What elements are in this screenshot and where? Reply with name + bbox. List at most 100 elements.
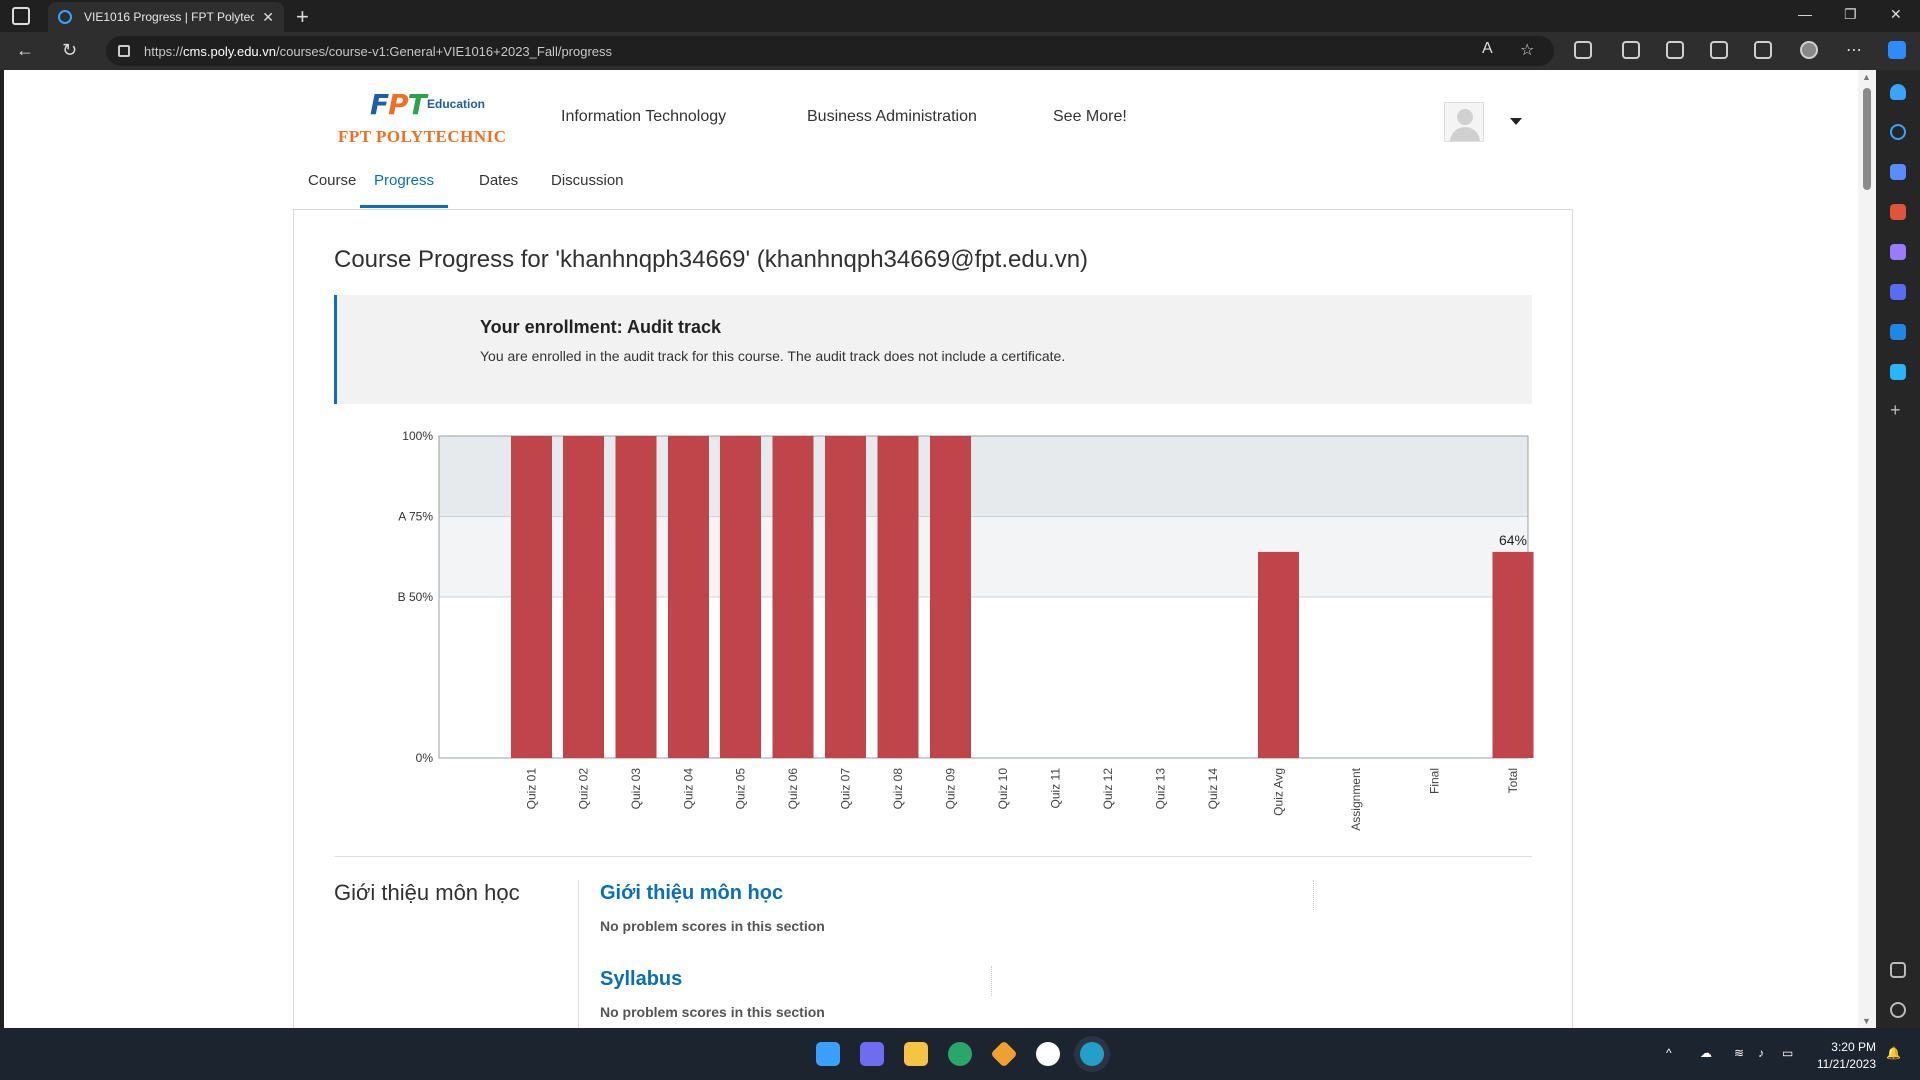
page-title: Course Progress for 'khanhnqph34669' (kh… xyxy=(334,246,1089,273)
refresh-icon[interactable]: ↻ xyxy=(62,40,77,61)
close-tab-icon[interactable]: ✕ xyxy=(262,9,274,26)
bar-quiz-01 xyxy=(511,436,552,758)
edge-sidebar: + xyxy=(1876,70,1920,1028)
back-icon[interactable]: ← xyxy=(16,40,34,61)
x-tick-label: Assignment xyxy=(1349,767,1363,830)
x-tick-label: Total xyxy=(1506,768,1520,793)
notification-bell-icon[interactable]: 🔔 xyxy=(1886,1046,1901,1060)
tab-dates[interactable]: Dates xyxy=(479,172,518,205)
copilot-icon[interactable] xyxy=(1888,41,1906,59)
more-icon[interactable]: ⋯ xyxy=(1846,40,1862,60)
file-explorer-icon[interactable] xyxy=(904,1042,928,1066)
clock-time[interactable]: 3:20 PM xyxy=(1800,1040,1876,1054)
subsection-title[interactable]: Syllabus xyxy=(600,968,682,991)
tab-progress[interactable]: Progress xyxy=(360,172,449,208)
x-tick-label: Quiz 09 xyxy=(944,768,958,810)
section-vertical-divider xyxy=(578,880,579,1028)
profile-icon[interactable] xyxy=(1800,41,1818,59)
nav-see-more[interactable]: See More! xyxy=(1053,108,1127,126)
scrollbar-thumb[interactable] xyxy=(1863,88,1871,190)
close-window-icon[interactable]: ✕ xyxy=(1890,6,1902,23)
subsection-note: No problem scores in this section xyxy=(600,918,825,934)
tab-actions-icon[interactable] xyxy=(12,7,30,25)
show-hidden-icons[interactable]: ^ xyxy=(1666,1046,1672,1060)
new-tab-icon[interactable]: + xyxy=(296,4,309,30)
favorites-icon[interactable] xyxy=(1666,41,1684,59)
nav-business-administration[interactable]: Business Administration xyxy=(807,108,977,126)
x-tick-label: Quiz 13 xyxy=(1154,768,1168,810)
bar-quiz-03 xyxy=(615,436,657,758)
x-tick-label: Quiz 07 xyxy=(839,768,853,810)
zalo-icon[interactable] xyxy=(1036,1042,1060,1066)
y-tick-label: A 75% xyxy=(398,510,433,524)
y-tick-label: B 50% xyxy=(398,590,434,604)
onedrive-icon[interactable]: ☁ xyxy=(1700,1046,1712,1060)
x-tick-label: Quiz 10 xyxy=(996,768,1010,810)
url-host: cms.poly.edu.vn xyxy=(183,43,276,59)
clock-date[interactable]: 11/21/2023 xyxy=(1800,1057,1876,1071)
loading-icon xyxy=(58,10,72,24)
bar-quiz-09 xyxy=(930,436,971,758)
notifications-icon[interactable] xyxy=(1890,84,1906,100)
minimize-icon[interactable]: — xyxy=(1798,6,1812,22)
battery-icon[interactable]: ▭ xyxy=(1782,1046,1793,1060)
hide-sidebar-icon[interactable] xyxy=(1890,962,1906,978)
section-name: Giới thiệu môn học xyxy=(334,880,520,905)
bar-quiz-04 xyxy=(668,436,709,758)
shopping-icon[interactable] xyxy=(1890,164,1906,180)
teams-icon[interactable] xyxy=(860,1042,884,1066)
page-viewport: FPT Education FPT POLYTECHNIC Informatio… xyxy=(4,70,1876,1028)
restore-icon[interactable]: ❐ xyxy=(1844,6,1857,23)
add-icon[interactable]: + xyxy=(1890,400,1901,421)
microsoft-365-icon[interactable] xyxy=(1890,284,1906,300)
enrollment-text: You are enrolled in the audit track for … xyxy=(480,348,1066,364)
tab-discussion[interactable]: Discussion xyxy=(551,172,624,205)
x-tick-label: Quiz Avg xyxy=(1272,768,1286,816)
read-aloud-icon[interactable]: A xyxy=(1482,40,1493,58)
user-menu-caret-icon[interactable] xyxy=(1510,118,1522,125)
scroll-down-icon[interactable]: ▼ xyxy=(1862,1016,1871,1026)
bar-total xyxy=(1492,551,1534,758)
address-bar[interactable]: https://cms.poly.edu.vn/courses/course-v… xyxy=(106,36,1554,66)
start-icon[interactable] xyxy=(816,1042,840,1066)
volume-icon[interactable]: ♪ xyxy=(1758,1046,1764,1060)
enrollment-heading: Your enrollment: Audit track xyxy=(480,317,722,337)
x-tick-label: Quiz 12 xyxy=(1101,768,1115,810)
subsection-title[interactable]: Giới thiệu môn học xyxy=(600,882,783,905)
avatar[interactable] xyxy=(1444,102,1484,142)
extensions-icon[interactable] xyxy=(1574,41,1592,59)
bar-quiz-05 xyxy=(720,436,761,758)
x-tick-label: Quiz 02 xyxy=(577,768,591,810)
collections-icon[interactable] xyxy=(1710,41,1728,59)
fpt-logo[interactable]: FPT xyxy=(370,88,427,121)
edge-icon[interactable] xyxy=(948,1042,972,1066)
x-tick-label: Quiz 06 xyxy=(786,768,800,810)
bar-quiz-06 xyxy=(772,436,814,758)
split-screen-icon[interactable] xyxy=(1622,41,1640,59)
url-prefix: https:// xyxy=(144,43,184,59)
nav-information-technology[interactable]: Information Technology xyxy=(561,108,726,126)
browser-tabbar: VIE1016 Progress | FPT Polytechn ✕ + — ❐… xyxy=(0,0,1920,32)
tab-course[interactable]: Course xyxy=(308,172,356,205)
browser-tab[interactable]: VIE1016 Progress | FPT Polytechn ✕ xyxy=(48,2,284,32)
games-icon[interactable] xyxy=(1890,244,1906,260)
logo-polytechnic-text: FPT POLYTECHNIC xyxy=(338,127,507,146)
y-tick-label: 100% xyxy=(402,429,433,443)
tools-icon[interactable] xyxy=(1890,204,1906,220)
y-tick-label: 0% xyxy=(416,751,434,765)
subsection-note: No problem scores in this section xyxy=(600,1004,825,1020)
favorite-star-icon[interactable]: ☆ xyxy=(1520,40,1534,60)
wifi-icon[interactable]: ≋ xyxy=(1734,1046,1744,1060)
bar-quiz-avg xyxy=(1258,551,1299,758)
data-label: 64% xyxy=(1499,532,1527,548)
outlook-icon[interactable] xyxy=(1890,324,1906,340)
settings-gear-icon[interactable] xyxy=(1890,1002,1906,1018)
page-scrollbar[interactable]: ▲ ▼ xyxy=(1858,70,1876,1028)
drop-icon[interactable] xyxy=(1890,364,1906,380)
scroll-up-icon[interactable]: ▲ xyxy=(1862,72,1871,82)
lock-icon[interactable] xyxy=(118,45,130,57)
x-tick-label: Quiz 08 xyxy=(891,768,905,810)
edge-dev-icon[interactable] xyxy=(1080,1042,1104,1066)
search-icon[interactable] xyxy=(1890,124,1906,140)
browser-essentials-icon[interactable] xyxy=(1754,41,1772,59)
